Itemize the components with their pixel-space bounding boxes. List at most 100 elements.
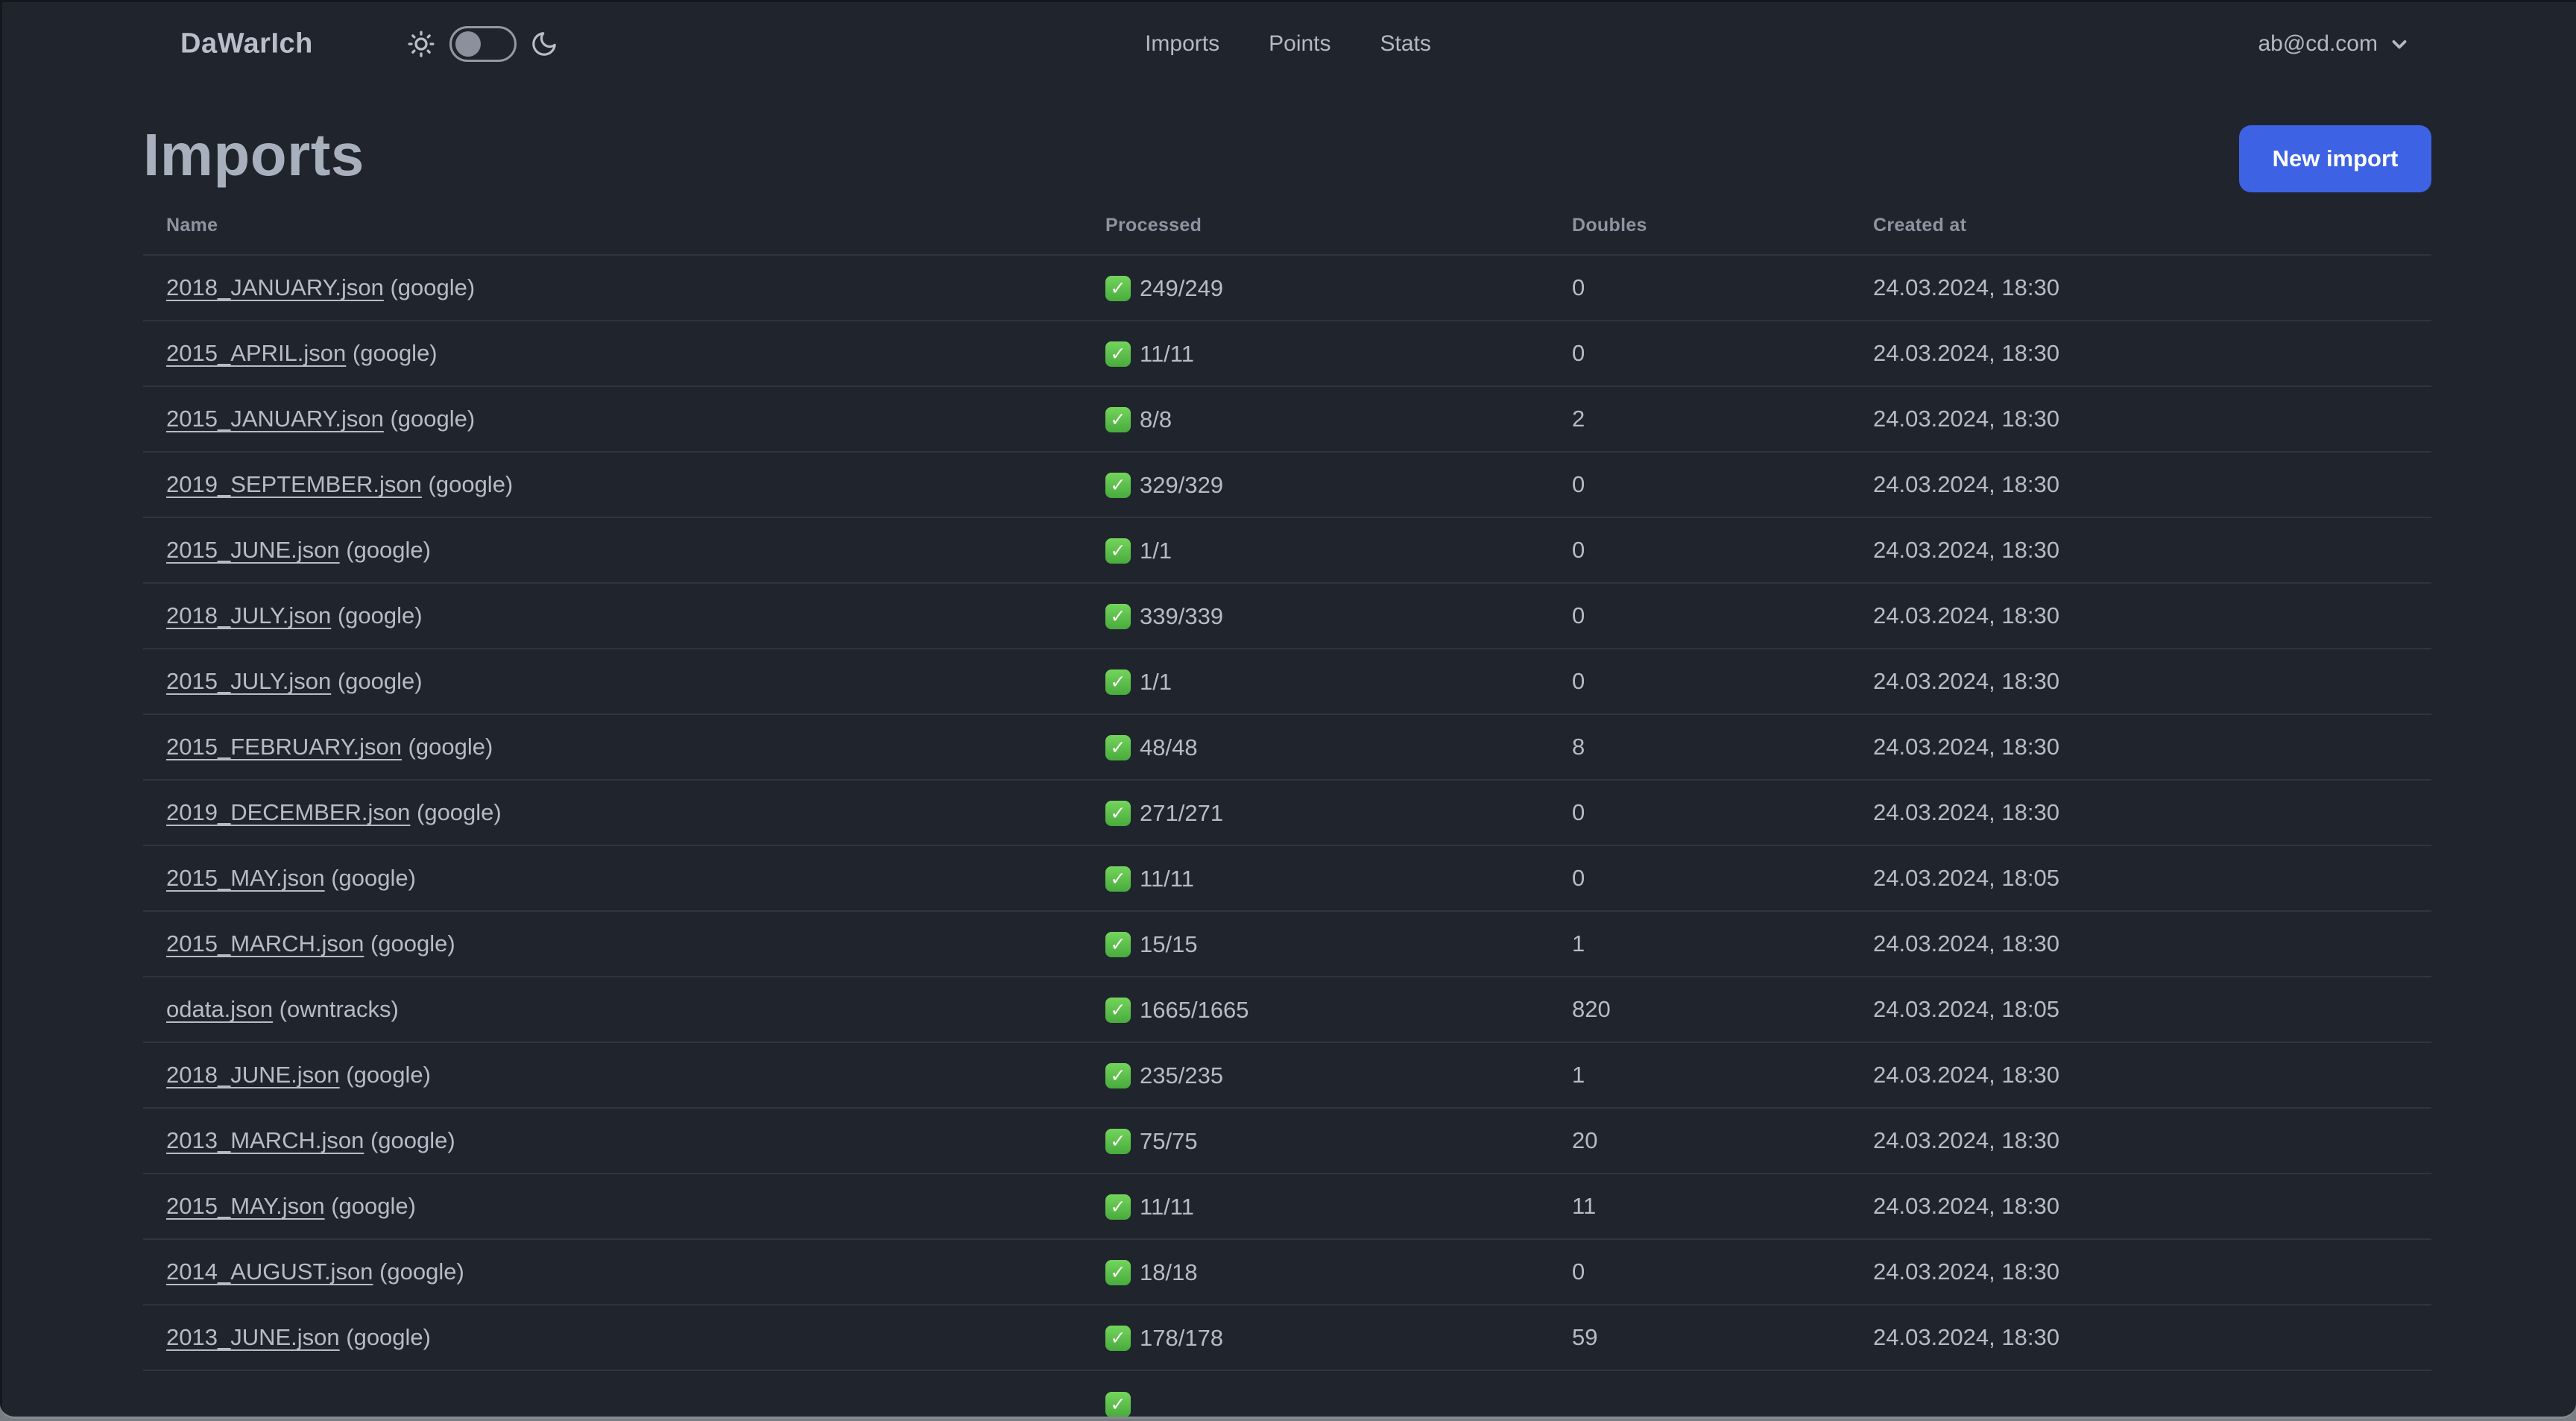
import-file-link[interactable]: 2015_MARCH.json (166, 930, 364, 957)
success-check-icon: ✓ (1105, 538, 1131, 564)
table-row: 2015_APRIL.json (google) ✓ 11/11 0 24.03.202… (143, 320, 2431, 386)
import-file-link[interactable]: odata.json (166, 996, 273, 1022)
success-check-icon: ✓ (1105, 801, 1131, 827)
name-cell: 2014_AUGUST.json (google) (143, 1238, 1105, 1305)
processed-count: 339/339 (1140, 603, 1224, 630)
doubles-cell: 0 (1572, 320, 1873, 386)
processed-count: 329/329 (1140, 472, 1224, 499)
doubles-cell: 0 (1572, 845, 1873, 911)
name-cell: 2019_SEPTEMBER.json (google) (143, 451, 1105, 517)
main-content: Imports New import Name Processed Double… (0, 113, 2576, 1417)
imports-table-body: 2018_JANUARY.json (google) ✓ 249/249 0 24.03… (143, 254, 2431, 1417)
doubles-cell: 0 (1572, 582, 1873, 649)
processed-cell: ✓ 11/11 (1105, 1173, 1572, 1239)
nav-link-stats[interactable]: Stats (1380, 31, 1431, 57)
success-check-icon: ✓ (1105, 1129, 1131, 1155)
table-row: 2013_MARCH.json (google) ✓ 75/75 20 24.03.20… (143, 1107, 2431, 1173)
import-file-link[interactable]: 2015_APRIL.json (166, 340, 346, 366)
success-check-icon: ✓ (1105, 735, 1131, 761)
created-at-cell: 24.03.2024, 18:30 (1873, 1304, 2431, 1370)
success-check-icon: ✓ (1105, 1392, 1131, 1417)
processed-count: 8/8 (1140, 406, 1172, 433)
table-row: 2013_JUNE.json (google) ✓ 178/178 59 24.03.2… (143, 1304, 2431, 1370)
nav-link-imports[interactable]: Imports (1145, 31, 1219, 57)
table-row: odata.json (owntracks) ✓ 1665/1665 820 24.03… (143, 976, 2431, 1042)
table-row: 2014_AUGUST.json (google) ✓ 18/18 0 24.03.20… (143, 1238, 2431, 1305)
import-file-link[interactable]: 2013_JUNE.json (166, 1324, 340, 1350)
import-file-link[interactable]: 2015_JULY.json (166, 668, 331, 694)
import-file-link[interactable]: 2015_MAY.json (166, 1193, 325, 1219)
column-header-doubles: Doubles (1572, 215, 1647, 236)
import-source: (google) (364, 1127, 455, 1153)
doubles-cell: 0 (1572, 517, 1873, 583)
created-at-cell: 24.03.2024, 18:30 (1873, 385, 2431, 452)
processed-cell: ✓ 18/18 (1105, 1238, 1572, 1305)
success-check-icon: ✓ (1105, 473, 1131, 499)
processed-cell: ✓ 178/178 (1105, 1304, 1572, 1370)
column-header-processed: Processed (1105, 215, 1202, 236)
processed-cell: ✓ 8/8 (1105, 385, 1572, 452)
created-at-cell: 24.03.2024, 18:30 (1873, 713, 2431, 780)
processed-cell: ✓ 75/75 (1105, 1107, 1572, 1173)
app-window: DaWarIch Imports Points Stats ab@cd.com … (0, 0, 2576, 1419)
new-import-button[interactable]: New import (2239, 125, 2431, 192)
column-header-created-at: Created at (1873, 215, 1967, 236)
created-at-cell: 24.03.2024, 18:30 (1873, 910, 2431, 977)
created-at-cell (1873, 1370, 2431, 1417)
navbar: DaWarIch Imports Points Stats ab@cd.com (0, 0, 2576, 88)
processed-cell: ✓ 11/11 (1105, 320, 1572, 386)
import-file-link[interactable]: 2014_AUGUST.json (166, 1258, 373, 1285)
processed-cell: ✓ 1/1 (1105, 648, 1572, 714)
name-cell: 2015_MARCH.json (google) (143, 910, 1105, 977)
name-cell: 2015_JULY.json (google) (143, 648, 1105, 714)
theme-switch[interactable] (449, 26, 517, 62)
doubles-cell: 0 (1572, 648, 1873, 714)
import-file-link[interactable]: 2018_JANUARY.json (166, 274, 384, 300)
name-cell: 2018_JUNE.json (google) (143, 1042, 1105, 1108)
processed-count: 249/249 (1140, 275, 1224, 302)
created-at-cell: 24.03.2024, 18:30 (1873, 1238, 2431, 1305)
import-file-link[interactable]: 2019_SEPTEMBER.json (166, 471, 422, 497)
sun-icon (406, 29, 436, 59)
import-file-link[interactable]: 2015_JANUARY.json (166, 406, 384, 432)
name-cell: 2015_APRIL.json (google) (143, 320, 1105, 386)
name-cell: 2018_JULY.json (google) (143, 582, 1105, 649)
import-file-link[interactable]: 2018_JUNE.json (166, 1062, 340, 1088)
app-logo[interactable]: DaWarIch (180, 28, 313, 60)
processed-count: 178/178 (1140, 1325, 1224, 1352)
created-at-cell: 24.03.2024, 18:05 (1873, 976, 2431, 1042)
processed-cell: ✓ (1105, 1370, 1572, 1417)
success-check-icon: ✓ (1105, 866, 1131, 892)
doubles-cell: 0 (1572, 1238, 1873, 1305)
table-row: 2015_MAY.json (google) ✓ 11/11 11 24.03.2024… (143, 1173, 2431, 1239)
import-file-link[interactable]: 2015_MAY.json (166, 865, 325, 891)
import-file-link[interactable]: 2013_MARCH.json (166, 1127, 364, 1153)
import-source: (google) (324, 1193, 416, 1219)
name-cell: 2015_MAY.json (google) (143, 1173, 1105, 1239)
name-cell: 2015_MAY.json (google) (143, 845, 1105, 911)
nav-link-points[interactable]: Points (1269, 31, 1330, 57)
chevron-down-icon (2388, 33, 2411, 55)
import-source: (google) (410, 799, 502, 825)
processed-count: 11/11 (1140, 1194, 1194, 1220)
doubles-cell: 820 (1572, 976, 1873, 1042)
processed-cell: ✓ 339/339 (1105, 582, 1572, 649)
table-row: 2015_JUNE.json (google) ✓ 1/1 0 24.03.2024, … (143, 517, 2431, 583)
doubles-cell: 1 (1572, 910, 1873, 977)
success-check-icon: ✓ (1105, 932, 1131, 958)
import-file-link[interactable]: 2019_DECEMBER.json (166, 799, 410, 825)
account-menu[interactable]: ab@cd.com (2258, 31, 2411, 57)
created-at-cell: 24.03.2024, 18:30 (1873, 517, 2431, 583)
import-source: (google) (373, 1258, 464, 1285)
import-source: (google) (383, 274, 476, 300)
processed-count: 11/11 (1140, 341, 1194, 368)
import-file-link[interactable]: 2018_JULY.json (166, 602, 331, 628)
imports-table: Name Processed Doubles Created at 2018_J… (143, 197, 2431, 1417)
table-row: 2019_SEPTEMBER.json (google) ✓ 329/329 0 24.… (143, 451, 2431, 517)
name-cell: 2015_JUNE.json (google) (143, 517, 1105, 583)
import-file-link[interactable]: 2015_FEBRUARY.json (166, 734, 402, 760)
import-file-link[interactable]: 2015_JUNE.json (166, 537, 340, 563)
name-cell: 2013_JUNE.json (google) (143, 1304, 1105, 1370)
import-source: (owntracks) (273, 996, 399, 1022)
table-row: ✓ (143, 1370, 2431, 1417)
